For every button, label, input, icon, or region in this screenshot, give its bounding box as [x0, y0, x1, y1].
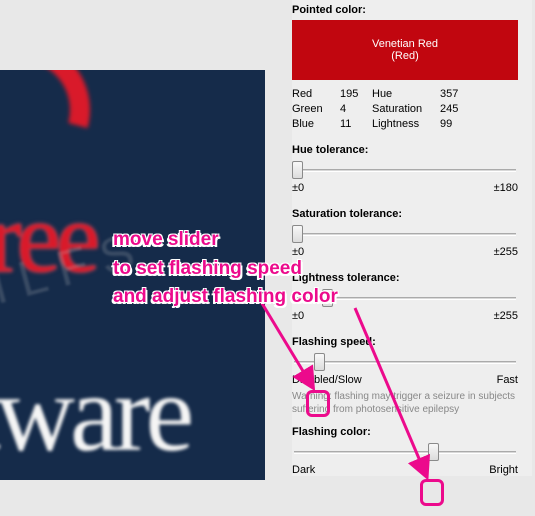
flashing-speed-section: Flashing speed: Disabled/Slow Fast	[292, 336, 526, 386]
red-label: Red	[292, 88, 340, 100]
slider-thumb[interactable]	[292, 161, 303, 179]
hue-tolerance-slider[interactable]	[292, 160, 518, 180]
light-tol-min: ±0	[292, 310, 304, 322]
green-value: 4	[340, 103, 372, 115]
flash-color-min: Dark	[292, 464, 315, 476]
color-panel: Pointed color: Venetian Red (Red) Red 19…	[292, 0, 532, 476]
saturation-value: 245	[440, 103, 472, 115]
saturation-tolerance-label: Saturation tolerance:	[292, 208, 526, 220]
color-values: Red 195 Hue 357 Green 4 Saturation 245 B…	[292, 88, 526, 130]
lightness-tolerance-slider[interactable]	[292, 288, 518, 308]
flashing-color-label: Flashing color:	[292, 426, 526, 438]
flashing-color-section: Flashing color: Dark Bright	[292, 426, 526, 476]
lightness-tolerance-section: Lightness tolerance: ±0 ±255	[292, 272, 526, 322]
preview-image: free I L F S tware	[0, 70, 265, 480]
hue-tol-min: ±0	[292, 182, 304, 194]
color-swatch: Venetian Red (Red)	[292, 20, 518, 80]
hue-tolerance-label: Hue tolerance:	[292, 144, 526, 156]
blue-value: 11	[340, 118, 372, 130]
swatch-group: (Red)	[391, 50, 419, 62]
sat-tol-max: ±255	[494, 246, 518, 258]
swatch-name: Venetian Red	[372, 38, 438, 50]
hue-tolerance-section: Hue tolerance: ±0 ±180	[292, 144, 526, 194]
red-value: 195	[340, 88, 372, 100]
light-tol-max: ±255	[494, 310, 518, 322]
flash-speed-min: Disabled/Slow	[292, 374, 362, 386]
epilepsy-warning: Warning: flashing may trigger a seizure …	[292, 390, 518, 416]
saturation-tolerance-section: Saturation tolerance: ±0 ±255	[292, 208, 526, 258]
slider-thumb[interactable]	[292, 225, 303, 243]
hue-label: Hue	[372, 88, 440, 100]
flash-speed-max: Fast	[497, 374, 518, 386]
hue-value: 357	[440, 88, 472, 100]
highlight-flashing-color	[420, 479, 444, 506]
saturation-label: Saturation	[372, 103, 440, 115]
flashing-speed-slider[interactable]	[292, 352, 518, 372]
lightness-label: Lightness	[372, 118, 440, 130]
logo-text-tware: tware	[0, 350, 189, 477]
saturation-tolerance-slider[interactable]	[292, 224, 518, 244]
slider-thumb[interactable]	[322, 289, 333, 307]
flash-color-max: Bright	[489, 464, 518, 476]
lightness-value: 99	[440, 118, 472, 130]
slider-thumb[interactable]	[428, 443, 439, 461]
blue-label: Blue	[292, 118, 340, 130]
flashing-speed-label: Flashing speed:	[292, 336, 526, 348]
green-label: Green	[292, 103, 340, 115]
sat-tol-min: ±0	[292, 246, 304, 258]
slider-thumb[interactable]	[314, 353, 325, 371]
hue-tol-max: ±180	[494, 182, 518, 194]
pointed-color-label: Pointed color:	[292, 4, 526, 16]
lightness-tolerance-label: Lightness tolerance:	[292, 272, 526, 284]
flashing-color-slider[interactable]	[292, 442, 518, 462]
